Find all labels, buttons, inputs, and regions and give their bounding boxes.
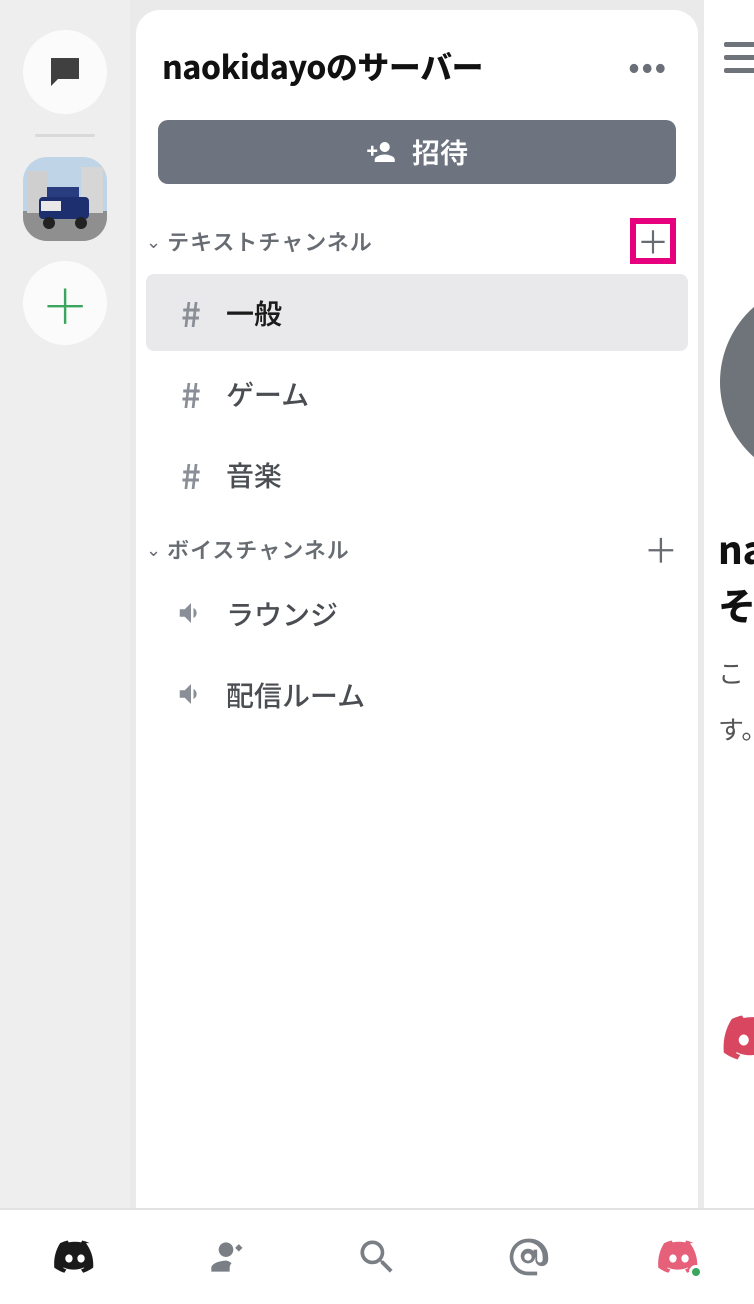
hash-icon: #: [174, 369, 208, 418]
text-channel-general[interactable]: # 一般: [146, 274, 688, 351]
channel-panel: naokidayoのサーバー ••• 招待 ⌄ テキストチャンネル ＋ # 一般: [136, 10, 698, 1208]
server-title: naokidayoのサーバー: [162, 43, 483, 89]
category-header-voice[interactable]: ⌄ ボイスチャンネル ＋: [136, 515, 698, 573]
channel-label: 一般: [226, 293, 282, 333]
avatar-placeholder: [720, 282, 754, 482]
hash-icon: #: [174, 288, 208, 337]
peek-text-4: す。: [718, 710, 754, 747]
person-plus-icon: [366, 137, 396, 167]
text-channel-game[interactable]: # ゲーム: [146, 355, 688, 432]
peek-text-2: そ: [718, 576, 754, 631]
plus-icon: ＋: [644, 532, 678, 566]
chevron-down-icon: ⌄: [146, 228, 161, 254]
panel-header: naokidayoのサーバー •••: [136, 10, 698, 102]
text-channel-music[interactable]: # 音楽: [146, 436, 688, 513]
main-area: ＋ naokidayoのサーバー ••• 招待 ⌄ テキストチャンネル ＋: [0, 0, 754, 1208]
channel-label: 音楽: [226, 455, 282, 495]
channel-label: ラウンジ: [226, 594, 338, 634]
server-more-button[interactable]: •••: [624, 40, 672, 92]
speaker-icon: [174, 589, 208, 638]
person-wave-icon: [204, 1235, 248, 1279]
speech-bubble-icon: [44, 51, 86, 93]
discord-logo-icon: [53, 1235, 97, 1279]
at-icon: [506, 1235, 550, 1279]
right-content-peek: na そ こ す。: [704, 0, 754, 1208]
tab-friends[interactable]: [198, 1229, 254, 1285]
voice-channel-lounge[interactable]: ラウンジ: [146, 575, 688, 652]
dm-button[interactable]: [23, 30, 107, 114]
channel-label: ゲーム: [226, 374, 309, 414]
speaker-icon: [174, 670, 208, 719]
plus-icon: ＋: [41, 279, 89, 327]
category-header-text[interactable]: ⌄ テキストチャンネル ＋: [136, 200, 698, 272]
add-server-button[interactable]: ＋: [23, 261, 107, 345]
peek-text-1: na: [718, 520, 754, 575]
peek-text-3: こ: [718, 654, 744, 691]
server-avatar-icon: [23, 157, 107, 241]
add-voice-channel-button[interactable]: ＋: [646, 534, 676, 564]
status-online-icon: [689, 1265, 703, 1279]
guild-rail: ＋: [0, 0, 130, 1208]
invite-label: 招待: [412, 132, 468, 172]
server-icon[interactable]: [23, 157, 107, 241]
bottom-tab-bar: [0, 1208, 754, 1304]
channel-label: 配信ルーム: [226, 675, 365, 715]
search-icon: [355, 1235, 399, 1279]
category-label: ボイスチャンネル: [167, 533, 350, 565]
chevron-down-icon: ⌄: [146, 536, 161, 562]
discord-logo-icon: [722, 1008, 754, 1068]
plus-icon: ＋: [637, 225, 669, 257]
tab-search[interactable]: [349, 1229, 405, 1285]
category-toggle[interactable]: ⌄ テキストチャンネル: [146, 225, 373, 257]
category-toggle[interactable]: ⌄ ボイスチャンネル: [146, 533, 350, 565]
category-label: テキストチャンネル: [167, 225, 373, 257]
voice-channel-stream[interactable]: 配信ルーム: [146, 656, 688, 733]
invite-button[interactable]: 招待: [158, 120, 676, 184]
hamburger-icon[interactable]: [724, 42, 754, 73]
hash-icon: #: [174, 450, 208, 499]
tab-profile[interactable]: [651, 1229, 707, 1285]
tab-mentions[interactable]: [500, 1229, 556, 1285]
add-text-channel-button[interactable]: ＋: [630, 218, 676, 264]
guild-separator: [35, 134, 95, 137]
tab-home[interactable]: [47, 1229, 103, 1285]
app-root: ＋ naokidayoのサーバー ••• 招待 ⌄ テキストチャンネル ＋: [0, 0, 754, 1304]
